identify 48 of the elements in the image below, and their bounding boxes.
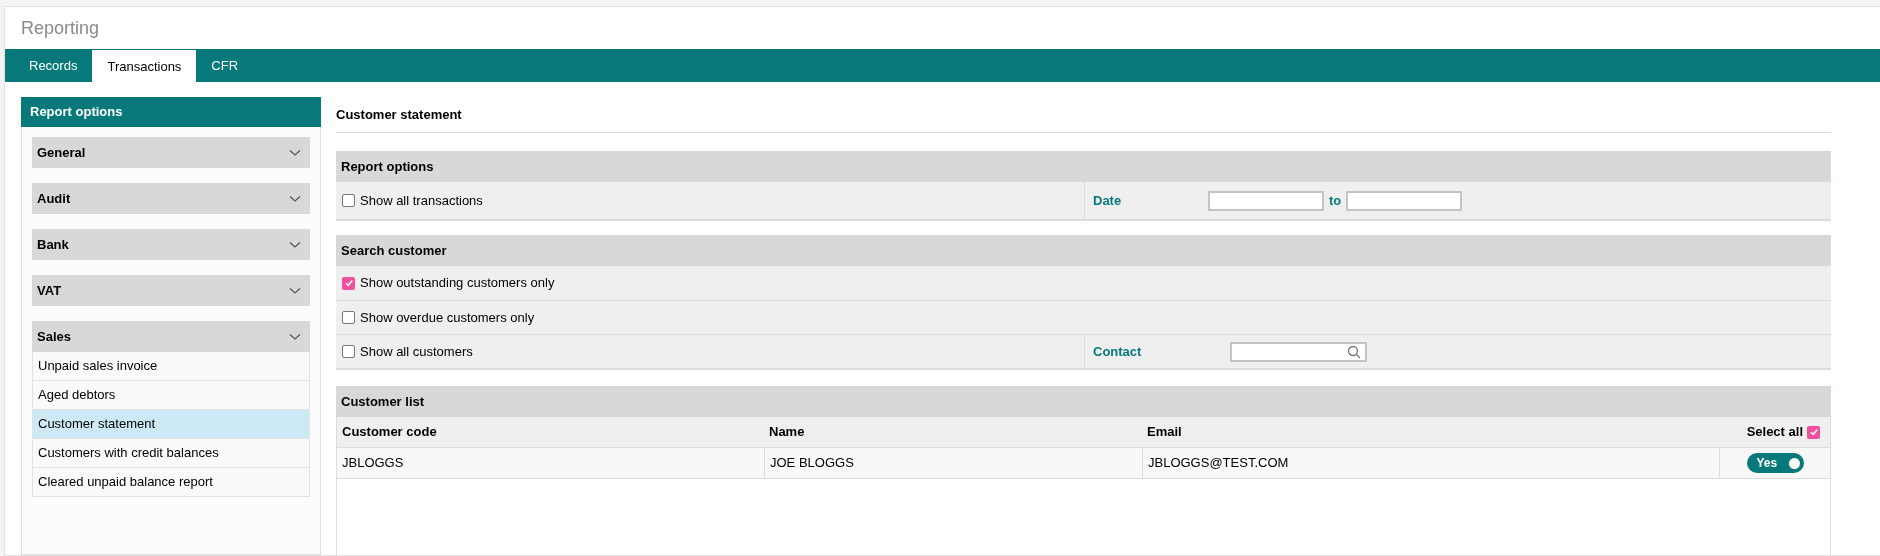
accordion-header[interactable]: Sales <box>32 321 310 352</box>
text-field[interactable] <box>1346 190 1463 211</box>
checkbox[interactable] <box>1807 425 1820 439</box>
column-header: Email <box>1147 423 1182 442</box>
field-label: Contact <box>1093 342 1143 361</box>
chevron-down-icon <box>289 148 301 157</box>
chevron-down-icon <box>289 240 301 249</box>
checkbox-label: Show outstanding customers only <box>360 274 555 293</box>
sidebar-item[interactable]: Cleared unpaid balance report <box>32 468 310 497</box>
search-icon <box>1347 344 1361 359</box>
chevron-down-icon <box>289 332 301 341</box>
column-header: Customer code <box>342 423 437 442</box>
section-header: Search customer <box>341 241 447 260</box>
checkbox[interactable] <box>342 276 355 290</box>
chevron-down-icon <box>289 286 301 295</box>
tab[interactable]: CFR <box>196 50 254 82</box>
table-cell-text: JOE BLOGGS <box>770 454 854 473</box>
accordion-header[interactable]: Audit <box>32 183 310 214</box>
section-header: Customer list <box>341 392 425 411</box>
tab[interactable]: Records <box>14 50 93 82</box>
sidebar-item[interactable]: Unpaid sales invoice <box>32 352 310 381</box>
text-field[interactable] <box>1230 341 1367 362</box>
checkbox-label: Show overdue customers only <box>360 308 535 327</box>
checkbox[interactable] <box>342 194 355 207</box>
section-header: Report options <box>341 157 434 176</box>
text-field[interactable] <box>1208 190 1324 211</box>
checkbox[interactable] <box>342 311 355 324</box>
checkbox-label: Show all customers <box>360 342 473 361</box>
field-label: to <box>1329 191 1342 210</box>
table-cell-text: JBLOGGS <box>342 454 404 473</box>
field-label: Date <box>1093 191 1123 210</box>
checkbox[interactable] <box>342 345 355 358</box>
accordion-header[interactable]: Bank <box>32 229 310 260</box>
column-header: Name <box>769 423 805 442</box>
section-title: Customer statement <box>336 105 462 124</box>
tab[interactable]: Transactions <box>92 50 197 82</box>
panel-header: Report options <box>21 97 321 127</box>
sidebar-item[interactable]: Customers with credit balances <box>32 439 310 468</box>
accordion-header[interactable]: General <box>32 137 310 168</box>
toggle-switch[interactable]: Yes <box>1746 453 1804 473</box>
table-cell-text: JBLOGGS@TEST.COM <box>1148 454 1289 473</box>
sidebar-item[interactable]: Customer statement <box>32 410 310 439</box>
chevron-down-icon <box>289 194 301 203</box>
sidebar-item[interactable]: Aged debtors <box>32 381 310 410</box>
checkbox-label: Show all transactions <box>360 191 483 210</box>
accordion-header[interactable]: VAT <box>32 275 310 306</box>
column-header: Select all <box>1746 423 1803 442</box>
page-heading: Reporting <box>21 16 100 40</box>
